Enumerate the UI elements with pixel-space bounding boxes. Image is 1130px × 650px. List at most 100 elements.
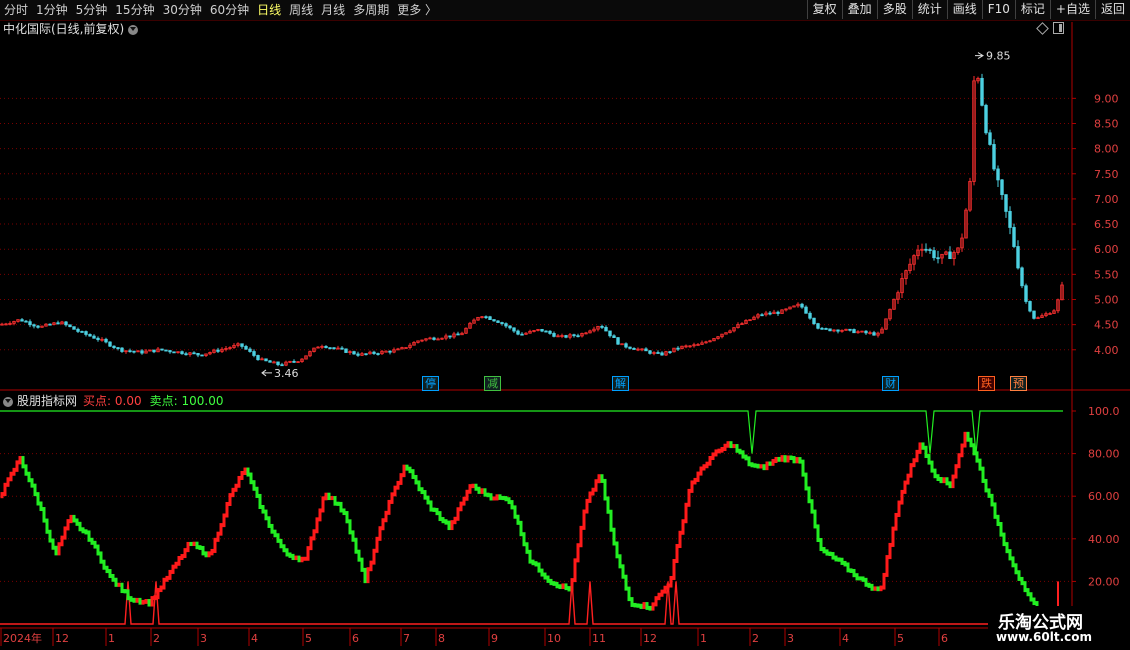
candle-body [248, 348, 252, 352]
candle-body [836, 329, 840, 332]
indicator-bar [696, 471, 700, 482]
indicator-bar [726, 441, 730, 448]
indicator-bar [780, 455, 784, 462]
indicator-bar [867, 582, 871, 588]
chevron-down-icon[interactable] [3, 396, 13, 407]
indicator-bar [345, 511, 349, 524]
indicator-bar [384, 510, 388, 523]
indicator-bar [681, 519, 685, 535]
price-tick-label: 6.50 [1094, 218, 1119, 231]
indicator-bar [801, 459, 805, 477]
candle-body [196, 352, 200, 356]
indicator-bar [336, 501, 340, 506]
indicator-bar [591, 487, 595, 496]
watermark-url: www.60lt.com [996, 630, 1093, 644]
indicator-bar [72, 514, 76, 523]
indicator-bar [819, 538, 823, 552]
indicator-bar [150, 596, 154, 607]
candle-body [240, 343, 244, 347]
indicator-bar [93, 540, 97, 549]
indicator-bar [981, 466, 985, 483]
indicator-bar [288, 552, 292, 558]
indicator-bar [243, 467, 247, 475]
indicator-bar [135, 597, 139, 603]
indicator-bar [9, 471, 13, 482]
price-tick-label: 9.00 [1094, 92, 1119, 105]
indicator-bar [795, 457, 799, 464]
high-arrow [975, 52, 984, 60]
candle-body [928, 249, 932, 252]
low-arrow [261, 369, 272, 377]
indicator-bar [114, 577, 118, 587]
indicator-bar [108, 569, 112, 578]
indicator-bar [339, 501, 343, 513]
indicator-bar [582, 509, 586, 530]
indicator-bar [168, 569, 172, 580]
indicator-bar [876, 586, 880, 592]
indicator-bar [396, 480, 400, 490]
indicator-bar [186, 541, 190, 553]
event-marker-0[interactable]: 停 [422, 376, 439, 391]
indicator-bar [1008, 549, 1012, 561]
date-tick-label: 6 [941, 632, 948, 645]
indicator-tick-label: 20.00 [1088, 575, 1120, 588]
candle-body [20, 319, 24, 322]
indicator-bar [231, 487, 235, 498]
indicator-bar [1029, 592, 1033, 602]
event-marker-3[interactable]: 财 [882, 376, 899, 391]
event-marker-1[interactable]: 减 [484, 376, 501, 391]
indicator-bar [984, 478, 988, 493]
candle-body [696, 344, 700, 346]
indicator-bar [1014, 563, 1018, 575]
candle-body [80, 331, 84, 333]
buy-label: 买点: [83, 394, 112, 408]
date-tick-label: 8 [438, 632, 445, 645]
event-marker-2[interactable]: 解 [612, 376, 629, 391]
indicator-bar [75, 518, 79, 526]
indicator-bar [348, 519, 352, 535]
candle-body [812, 317, 816, 325]
indicator-bar [192, 541, 196, 547]
candle-body [760, 314, 764, 317]
indicator-bar [252, 480, 256, 491]
indicator-bar [924, 445, 928, 459]
stock-chart-canvas[interactable]: 9.00 8.50 8.00 7.50 7.00 6.50 6.00 5.50 5.00 4.50… [0, 0, 1130, 650]
indicator-bar [303, 556, 307, 561]
indicator-bar [858, 576, 862, 581]
indicator-bar [840, 557, 844, 565]
indicator-bar [933, 468, 937, 479]
candle-body [808, 312, 812, 319]
price-tick-label: 6.00 [1094, 243, 1119, 256]
indicator-bar [267, 516, 271, 528]
indicator-bar [786, 455, 790, 463]
indicator-bar [879, 585, 883, 592]
indicator-bar [78, 521, 82, 532]
indicator-bar [873, 586, 877, 591]
candle-body [1016, 246, 1020, 269]
candle-body [924, 248, 928, 251]
indicator-bar [771, 459, 775, 466]
indicator-bar [117, 582, 121, 587]
indicator-bar [546, 575, 550, 583]
indicator-tick-label: 80.00 [1088, 448, 1120, 461]
indicator-bar [312, 529, 316, 541]
candle-body [140, 350, 144, 354]
indicator-bar [522, 532, 526, 547]
indicator-bar [636, 603, 640, 608]
indicator-bar [183, 548, 187, 559]
date-tick-label: 1 [700, 632, 707, 645]
indicator-bar [663, 585, 667, 594]
indicator-bar [624, 574, 628, 591]
indicator-bar [531, 559, 535, 566]
indicator-bar [432, 507, 436, 512]
indicator-bar [1032, 597, 1036, 606]
indicator-bar [834, 555, 838, 562]
indicator-bar [693, 477, 697, 485]
indicator-bar [612, 527, 616, 546]
event-marker-5[interactable]: 预 [1010, 376, 1027, 391]
event-marker-4[interactable]: 跌 [978, 376, 995, 391]
indicator-bar [684, 502, 688, 524]
candle-body [192, 352, 196, 355]
indicator-bar [369, 560, 373, 572]
candle-body [1020, 267, 1024, 287]
